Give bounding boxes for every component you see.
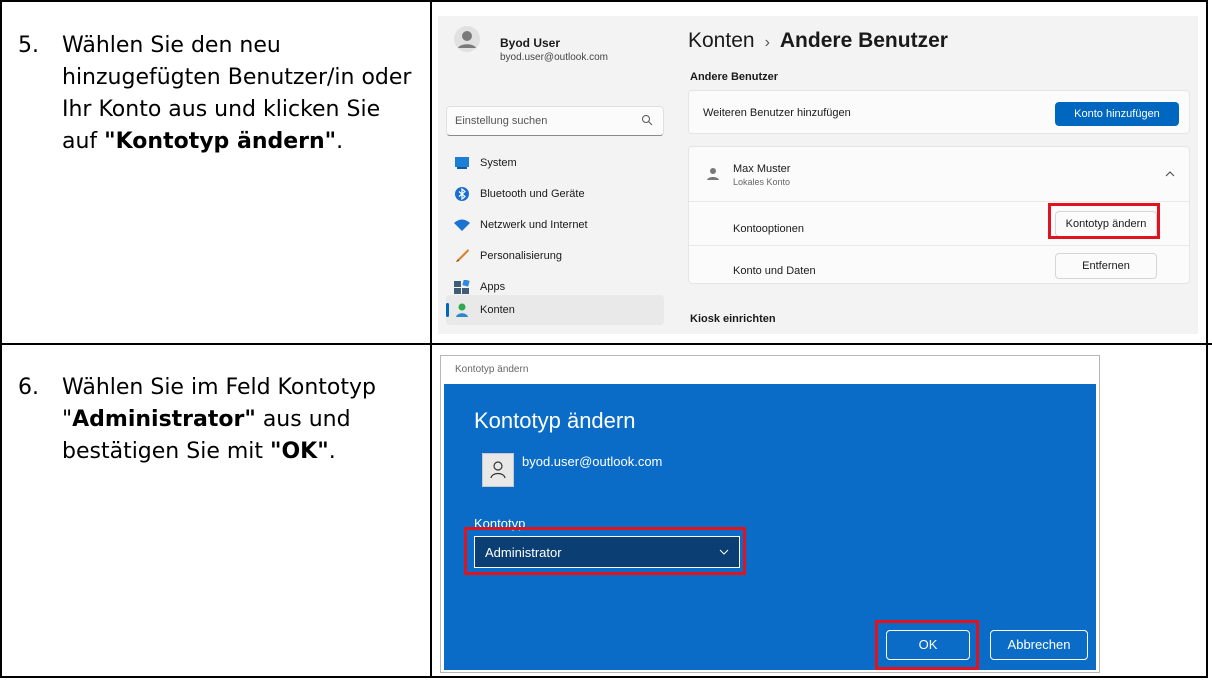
user-email: byod.user@outlook.com <box>500 52 608 63</box>
page-title: Andere Benutzer <box>779 29 948 52</box>
step-text: Wählen Sie den neu hinzugefügten Benutze… <box>62 33 412 154</box>
step-text: Wählen Sie im Feld Kontotyp "Administrat… <box>62 375 376 464</box>
nav-label: Personalisierung <box>480 250 562 262</box>
user-name: Byod User <box>500 36 561 50</box>
highlight-box <box>1048 203 1160 239</box>
step-5: 5. Wählen Sie den neu hinzugefügten Benu… <box>18 30 418 158</box>
step-number: 5. <box>18 33 39 58</box>
nav-item-personalization[interactable]: Personalisierung <box>446 241 664 271</box>
nav-label: Netzwerk und Internet <box>480 219 588 231</box>
nav-label: Apps <box>480 281 506 293</box>
user-icon <box>707 168 719 180</box>
add-account-button[interactable]: Konto hinzufügen <box>1055 102 1179 126</box>
dialog-heading: Kontotyp ändern <box>474 408 636 433</box>
account-options-label: Kontooptionen <box>733 223 804 235</box>
section-title: Andere Benutzer <box>690 71 779 83</box>
add-user-label: Weiteren Benutzer hinzufügen <box>703 107 851 119</box>
nav-label: Bluetooth und Geräte <box>480 188 585 200</box>
settings-search-input[interactable]: Einstellung suchen <box>446 106 664 136</box>
nav-item-accounts[interactable]: Konten <box>446 295 664 325</box>
nav-item-network[interactable]: Netzwerk und Internet <box>446 210 664 240</box>
account-avatar <box>482 453 514 487</box>
wifi-icon <box>454 219 470 231</box>
divider <box>689 245 1189 246</box>
remove-button[interactable]: Entfernen <box>1055 253 1157 279</box>
brush-icon <box>456 249 469 262</box>
user-entry-name: Max Muster <box>733 163 791 175</box>
nav-item-bluetooth[interactable]: Bluetooth und Geräte <box>446 179 664 209</box>
dialog-titlebar: Kontotyp ändern <box>441 356 1099 384</box>
chevron-up-icon[interactable] <box>1165 171 1175 177</box>
highlight-box <box>875 620 979 670</box>
change-account-type-dialog: Kontotyp ändern Kontotyp ändern byod.use… <box>440 355 1100 673</box>
search-icon <box>642 115 653 126</box>
accounts-icon <box>456 303 468 317</box>
highlight-box <box>464 527 746 575</box>
breadcrumb: Konten › Andere Benutzer <box>688 29 948 53</box>
account-email: byod.user@outlook.com <box>522 454 663 469</box>
step-number: 6. <box>18 375 39 400</box>
nav-item-system[interactable]: System <box>446 148 664 178</box>
add-user-card: Weiteren Benutzer hinzufügen Konto hinzu… <box>688 90 1190 134</box>
bluetooth-icon <box>455 187 469 201</box>
apps-icon <box>454 280 470 294</box>
dialog-window-title: Kontotyp ändern <box>455 364 529 375</box>
account-data-label: Konto und Daten <box>733 265 816 277</box>
breadcrumb-parent[interactable]: Konten <box>688 29 755 52</box>
step-6: 6. Wählen Sie im Feld Kontotyp "Administ… <box>18 372 418 468</box>
breadcrumb-separator-icon: › <box>764 34 770 51</box>
nav-label: Konten <box>480 304 515 316</box>
user-avatar-icon <box>454 26 480 52</box>
settings-screenshot: Byod User byod.user@outlook.com Einstell… <box>438 16 1198 334</box>
kiosk-title: Kiosk einrichten <box>690 313 776 325</box>
user-entry-type: Lokales Konto <box>733 177 791 187</box>
active-indicator <box>446 303 449 317</box>
search-placeholder: Einstellung suchen <box>455 115 548 127</box>
nav-label: System <box>480 157 517 169</box>
table-row-divider <box>0 343 1212 345</box>
person-icon <box>490 461 506 479</box>
dialog-body: Kontotyp ändern byod.user@outlook.com Ko… <box>444 384 1096 670</box>
table-column-divider <box>430 0 432 678</box>
system-icon <box>455 157 469 169</box>
divider <box>689 201 1189 202</box>
cancel-button[interactable]: Abbrechen <box>990 630 1088 660</box>
